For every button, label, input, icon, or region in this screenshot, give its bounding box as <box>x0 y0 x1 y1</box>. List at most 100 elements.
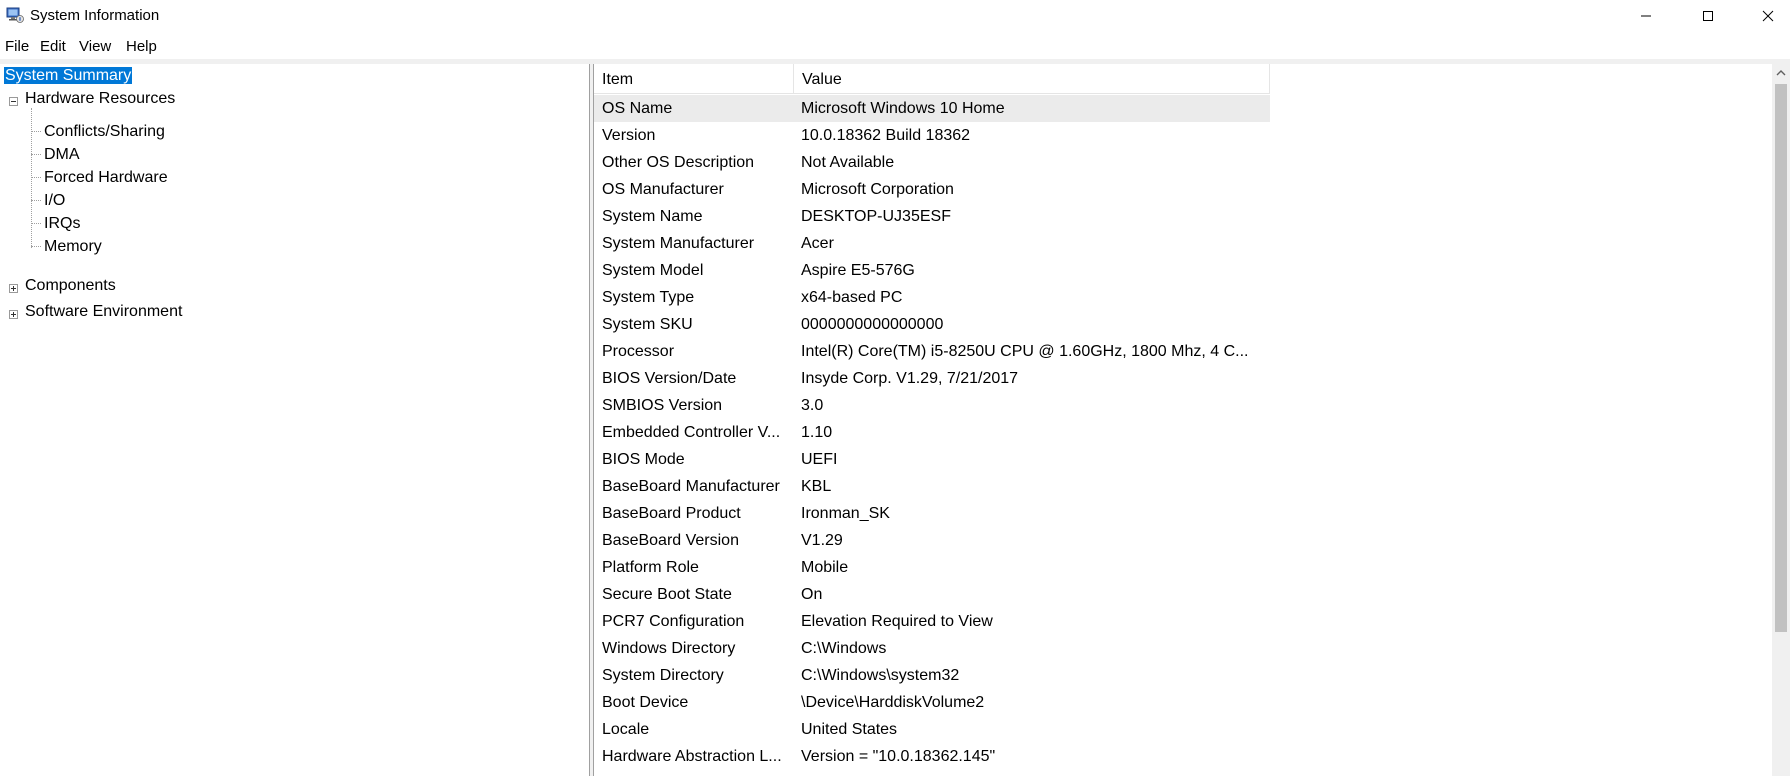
row-value: United States <box>801 721 898 738</box>
tree-item-memory[interactable]: Memory <box>44 235 102 259</box>
tree-item-system-summary[interactable]: System Summary <box>4 64 133 88</box>
title-bar: System Information <box>0 0 1790 32</box>
maximize-icon <box>1703 11 1713 21</box>
tree-connector <box>31 223 41 224</box>
scroll-thumb[interactable] <box>1775 84 1787 632</box>
row-value: 10.0.18362 Build 18362 <box>801 127 971 144</box>
table-row[interactable]: Windows Directory C:\Windows <box>594 635 1270 662</box>
row-item: System Name <box>602 208 703 225</box>
table-row[interactable]: SMBIOS Version 3.0 <box>594 392 1270 419</box>
row-item: BaseBoard Product <box>602 505 741 522</box>
table-row[interactable]: Boot Device \Device\HarddiskVolume2 <box>594 689 1270 716</box>
row-value: C:\Windows <box>801 640 887 657</box>
row-value: Acer <box>801 235 834 252</box>
table-row[interactable]: Hardware Abstraction L... Version = "10.0… <box>594 743 1270 770</box>
table-row[interactable]: Embedded Controller V... 1.10 <box>594 419 1270 446</box>
menu-edit[interactable]: Edit <box>38 38 68 55</box>
table-row[interactable]: System Name DESKTOP-UJ35ESF <box>594 203 1270 230</box>
row-value: KBL <box>801 478 832 495</box>
chevron-up-icon <box>1776 70 1786 76</box>
tree-item-label: IRQs <box>44 215 81 232</box>
table-row[interactable]: Processor Intel(R) Core(TM) i5-8250U CPU … <box>594 338 1270 365</box>
close-icon <box>1762 10 1774 22</box>
tree-item-io[interactable]: I/O <box>44 189 65 213</box>
table-row[interactable]: System Type x64-based PC <box>594 284 1270 311</box>
row-value: \Device\HarddiskVolume2 <box>801 694 985 711</box>
table-row[interactable]: BaseBoard Product Ironman_SK <box>594 500 1270 527</box>
maximize-button[interactable] <box>1680 0 1736 32</box>
tree-item-components[interactable]: Components <box>25 274 116 298</box>
tree-item-dma[interactable]: DMA <box>44 143 80 167</box>
row-item: Boot Device <box>602 694 689 711</box>
table-row[interactable]: Locale United States <box>594 716 1270 743</box>
row-item: Hardware Abstraction L... <box>602 748 782 765</box>
table-row[interactable]: PCR7 Configuration Elevation Required to … <box>594 608 1270 635</box>
row-value: C:\Windows\system32 <box>801 667 960 684</box>
window-title: System Information <box>30 7 160 24</box>
row-value: UEFI <box>801 451 838 468</box>
tree-item-software-environment[interactable]: Software Environment <box>25 300 182 324</box>
tree-connector <box>31 200 41 201</box>
table-row[interactable]: Secure Boot State On <box>594 581 1270 608</box>
expand-icon[interactable] <box>9 284 18 293</box>
column-header-value[interactable]: Value <box>794 64 1270 94</box>
menu-file[interactable]: File <box>3 38 31 55</box>
tree-item-label: DMA <box>44 146 80 163</box>
row-item: System SKU <box>602 316 693 333</box>
tree-item-label: Forced Hardware <box>44 169 168 186</box>
row-item: PCR7 Configuration <box>602 613 745 630</box>
vertical-scrollbar[interactable] <box>1772 64 1790 776</box>
row-item: System Directory <box>602 667 724 684</box>
tree-item-label: Conflicts/Sharing <box>44 123 165 140</box>
row-item: System Type <box>602 289 695 306</box>
row-item: System Manufacturer <box>602 235 755 252</box>
row-value: Microsoft Corporation <box>801 181 954 198</box>
list-rows: OS Name Microsoft Windows 10 Home Version 1… <box>594 95 1270 770</box>
menu-help[interactable]: Help <box>124 38 159 55</box>
table-row[interactable]: System SKU 0000000000000000 <box>594 311 1270 338</box>
table-row[interactable]: System Manufacturer Acer <box>594 230 1270 257</box>
table-row[interactable]: Other OS Description Not Available <box>594 149 1270 176</box>
row-item: Processor <box>602 343 675 360</box>
category-tree[interactable]: System Summary Hardware Resources Confli… <box>0 64 590 776</box>
row-value: 1.10 <box>801 424 833 441</box>
row-item: OS Manufacturer <box>602 181 724 198</box>
tree-connector <box>31 131 41 132</box>
close-button[interactable] <box>1740 0 1790 32</box>
table-row[interactable]: BIOS Mode UEFI <box>594 446 1270 473</box>
row-value: V1.29 <box>801 532 843 549</box>
menu-view[interactable]: View <box>77 38 113 55</box>
table-row[interactable]: BaseBoard Version V1.29 <box>594 527 1270 554</box>
table-row[interactable]: System Directory C:\Windows\system32 <box>594 662 1270 689</box>
table-row[interactable]: OS Manufacturer Microsoft Corporation <box>594 176 1270 203</box>
expand-icon[interactable] <box>9 310 18 319</box>
table-row[interactable]: OS Name Microsoft Windows 10 Home <box>594 95 1270 122</box>
minimize-button[interactable] <box>1618 0 1674 32</box>
row-item: Secure Boot State <box>602 586 732 603</box>
table-row[interactable]: BIOS Version/Date Insyde Corp. V1.29, 7/2… <box>594 365 1270 392</box>
details-list[interactable]: Item Value OS Name Microsoft Windows 10 H… <box>593 64 1790 776</box>
table-row[interactable]: System Model Aspire E5-576G <box>594 257 1270 284</box>
row-value: Aspire E5-576G <box>801 262 915 279</box>
tree-item-forced-hardware[interactable]: Forced Hardware <box>44 166 168 190</box>
tree-item-label: I/O <box>44 192 66 209</box>
row-value: Intel(R) Core(TM) i5-8250U CPU @ 1.60GHz… <box>801 343 1249 360</box>
row-value: Microsoft Windows 10 Home <box>801 100 1005 117</box>
row-value: On <box>801 586 823 603</box>
column-header-item[interactable]: Item <box>594 64 794 94</box>
scroll-up-button[interactable] <box>1772 64 1790 82</box>
row-item: BIOS Mode <box>602 451 685 468</box>
table-row[interactable]: Platform Role Mobile <box>594 554 1270 581</box>
table-row[interactable]: Version 10.0.18362 Build 18362 <box>594 122 1270 149</box>
row-value: Insyde Corp. V1.29, 7/21/2017 <box>801 370 1019 387</box>
tree-item-hardware-resources[interactable]: Hardware Resources <box>25 87 175 111</box>
row-value: Version = "10.0.18362.145" <box>801 748 996 765</box>
tree-item-conflicts-sharing[interactable]: Conflicts/Sharing <box>44 120 165 144</box>
row-item: Version <box>602 127 656 144</box>
tree-item-irqs[interactable]: IRQs <box>44 212 80 236</box>
row-item: Embedded Controller V... <box>602 424 781 441</box>
table-row[interactable]: BaseBoard Manufacturer KBL <box>594 473 1270 500</box>
collapse-icon[interactable] <box>9 97 18 106</box>
row-value: 0000000000000000 <box>801 316 944 333</box>
tree-item-label: Memory <box>44 238 102 255</box>
